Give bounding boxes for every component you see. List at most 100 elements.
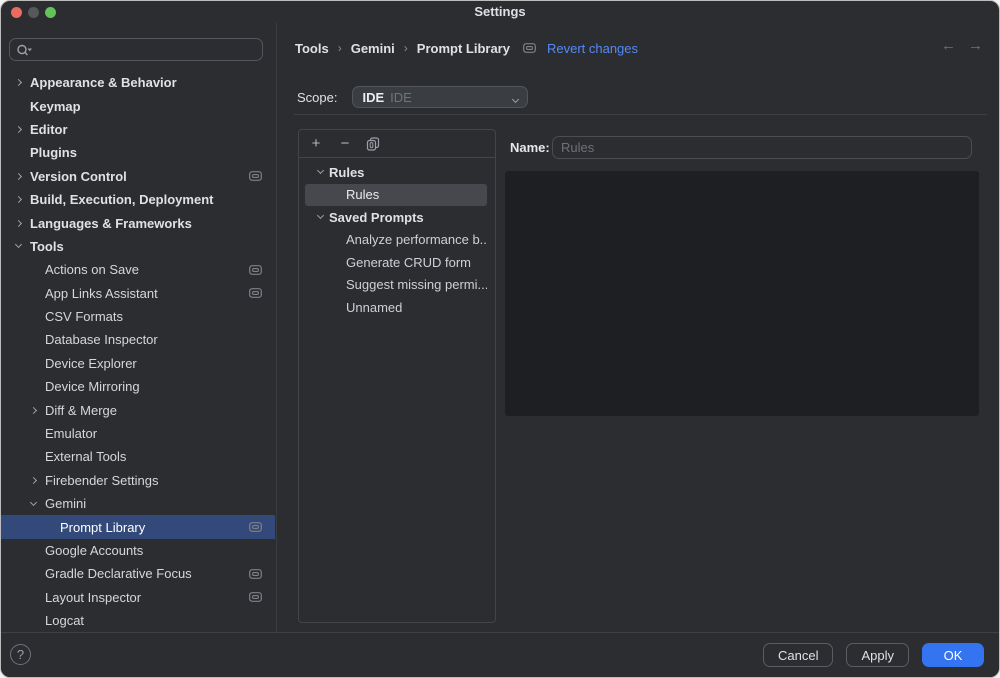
settings-search[interactable] xyxy=(9,38,263,61)
tree-row[interactable]: Suggest missing permi... xyxy=(305,274,487,297)
sidebar-item[interactable]: Editor xyxy=(1,118,275,141)
sidebar-item-label: Actions on Save xyxy=(45,262,139,277)
sidebar-item[interactable]: Database Inspector xyxy=(1,328,275,351)
tree-row-label: Analyze performance b... xyxy=(346,232,487,247)
question-mark-icon: ? xyxy=(17,647,24,662)
sidebar-item[interactable]: Emulator xyxy=(1,422,275,445)
sidebar-item-label: Firebender Settings xyxy=(45,473,158,488)
breadcrumb: Tools › Gemini › Prompt Library Revert c… xyxy=(295,37,638,59)
sidebar-item-label: Tools xyxy=(30,239,64,254)
scope-value: IDE xyxy=(362,90,384,105)
sidebar-item[interactable]: Languages & Frameworks xyxy=(1,211,275,234)
tree-toolbar: + − xyxy=(299,130,495,158)
search-icon xyxy=(16,43,33,57)
sidebar-item[interactable]: Google Accounts xyxy=(1,539,275,562)
sidebar-item[interactable]: Layout Inspector xyxy=(1,586,275,609)
revert-changes-link[interactable]: Revert changes xyxy=(547,41,638,56)
sidebar-item-label: Diff & Merge xyxy=(45,403,117,418)
name-input[interactable] xyxy=(552,136,972,159)
chevron-icon xyxy=(30,477,37,484)
sidebar-item-label: Layout Inspector xyxy=(45,590,141,605)
sidebar-item[interactable]: CSV Formats xyxy=(1,305,275,328)
monitor-icon xyxy=(249,522,262,532)
section-divider xyxy=(294,114,987,115)
tree-row-label: Generate CRUD form xyxy=(346,255,471,270)
duplicate-button[interactable] xyxy=(366,137,382,151)
chevron-icon xyxy=(30,499,37,506)
tree-row-label: Unnamed xyxy=(346,300,402,315)
remove-button[interactable]: − xyxy=(337,136,353,152)
sidebar-item[interactable]: Actions on Save xyxy=(1,258,275,281)
sidebar-item[interactable]: App Links Assistant xyxy=(1,282,275,305)
monitor-icon xyxy=(523,43,536,53)
settings-main: Tools › Gemini › Prompt Library Revert c… xyxy=(278,23,999,632)
sidebar-item[interactable]: Tools xyxy=(1,235,275,258)
monitor-icon xyxy=(249,171,262,181)
titlebar: Settings xyxy=(1,1,999,23)
back-arrow-icon[interactable]: ← xyxy=(941,37,956,54)
search-input[interactable] xyxy=(37,41,256,58)
breadcrumb-tools[interactable]: Tools xyxy=(295,41,329,56)
prompt-tree-pane: + − Rules Rules xyxy=(298,129,496,623)
ok-button[interactable]: OK xyxy=(922,643,984,667)
add-button[interactable]: + xyxy=(308,136,324,152)
apply-button[interactable]: Apply xyxy=(846,643,909,667)
breadcrumb-gemini[interactable]: Gemini xyxy=(351,41,395,56)
chevron-icon xyxy=(15,173,22,180)
tree-row-label: Rules xyxy=(346,187,379,202)
chevron-icon xyxy=(316,212,323,219)
sidebar-item[interactable]: Diff & Merge xyxy=(1,398,275,421)
sidebar-item-label: Plugins xyxy=(30,145,77,160)
sidebar-item[interactable]: Gemini xyxy=(1,492,275,515)
breadcrumb-prompt-library: Prompt Library xyxy=(417,41,510,56)
monitor-icon xyxy=(249,288,262,298)
sidebar-item-label: Google Accounts xyxy=(45,543,143,558)
settings-sidebar: Appearance & Behavior Keymap Editor Plug… xyxy=(1,23,277,632)
help-button[interactable]: ? xyxy=(10,644,31,665)
tree-row-label: Suggest missing permi... xyxy=(346,277,487,292)
scope-dropdown[interactable]: IDE IDE xyxy=(352,86,528,108)
settings-nav: Appearance & Behavior Keymap Editor Plug… xyxy=(1,71,275,632)
tree-row[interactable]: Rules xyxy=(305,161,487,184)
name-label: Name: xyxy=(510,140,550,155)
sidebar-item-label: App Links Assistant xyxy=(45,286,158,301)
sidebar-item-label: Editor xyxy=(30,122,68,137)
tree-row-label: Rules xyxy=(329,165,364,180)
cancel-button[interactable]: Cancel xyxy=(763,643,833,667)
sidebar-item[interactable]: Build, Execution, Deployment xyxy=(1,188,275,211)
sidebar-item[interactable]: Device Mirroring xyxy=(1,375,275,398)
sidebar-item[interactable]: Keymap xyxy=(1,94,275,117)
sidebar-item-label: Languages & Frameworks xyxy=(30,216,192,231)
tree-row[interactable]: Saved Prompts xyxy=(305,206,487,229)
tree-row[interactable]: Rules xyxy=(305,184,487,207)
sidebar-item-label: Keymap xyxy=(30,99,81,114)
chevron-icon xyxy=(15,241,22,248)
settings-window: Settings Appearance & Behavior Key xyxy=(0,0,1000,678)
chevron-icon xyxy=(15,196,22,203)
sidebar-item-label: Prompt Library xyxy=(60,520,145,535)
sidebar-item[interactable]: Gradle Declarative Focus xyxy=(1,562,275,585)
sidebar-item-label: External Tools xyxy=(45,449,126,464)
tree-row-label: Saved Prompts xyxy=(329,210,424,225)
tree-row[interactable]: Analyze performance b... xyxy=(305,229,487,252)
tree-row[interactable]: Generate CRUD form xyxy=(305,251,487,274)
scope-hint: IDE xyxy=(390,90,412,105)
history-nav: ← → xyxy=(941,37,983,54)
sidebar-item[interactable]: External Tools xyxy=(1,445,275,468)
chevron-icon xyxy=(30,407,37,414)
sidebar-item[interactable]: Firebender Settings xyxy=(1,469,275,492)
sidebar-item[interactable]: Device Explorer xyxy=(1,352,275,375)
prompt-text-editor[interactable] xyxy=(505,171,979,416)
tree-row[interactable]: Unnamed xyxy=(305,296,487,319)
sidebar-item[interactable]: Version Control xyxy=(1,165,275,188)
chevron-icon xyxy=(15,126,22,133)
scope-label: Scope: xyxy=(297,90,337,105)
sidebar-item[interactable]: Plugins xyxy=(1,141,275,164)
sidebar-item[interactable]: Logcat xyxy=(1,609,275,632)
sidebar-item-label: Build, Execution, Deployment xyxy=(30,192,213,207)
sidebar-item[interactable]: Appearance & Behavior xyxy=(1,71,275,94)
scope-row: Scope: IDE IDE xyxy=(297,86,528,108)
chevron-icon xyxy=(316,167,323,174)
forward-arrow-icon[interactable]: → xyxy=(968,37,983,54)
sidebar-item[interactable]: Prompt Library xyxy=(1,515,275,538)
